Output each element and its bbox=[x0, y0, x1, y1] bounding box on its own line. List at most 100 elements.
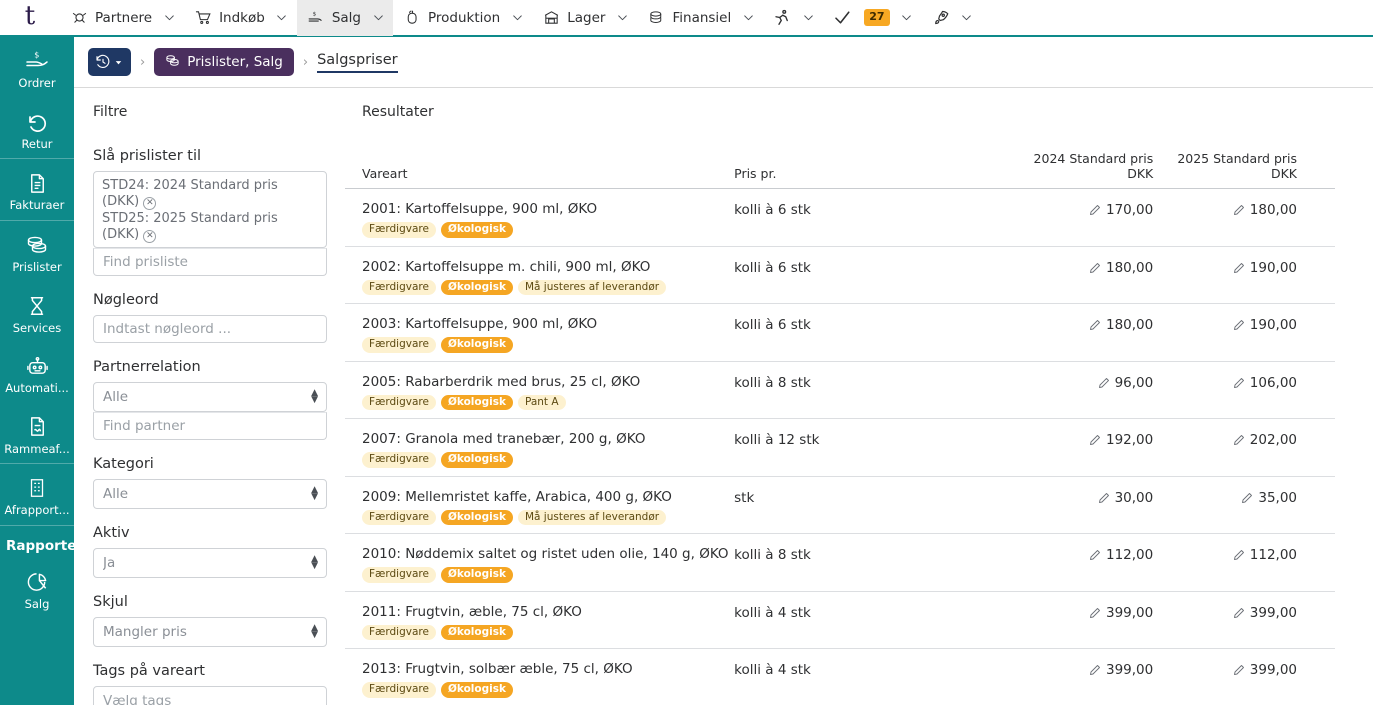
active-select[interactable]: Ja bbox=[93, 548, 327, 578]
edit-price-2024-button[interactable]: 96,00 bbox=[1098, 375, 1154, 391]
sidebar-item-fakturaer[interactable]: Fakturaer bbox=[0, 159, 74, 220]
partner-search-input[interactable] bbox=[93, 412, 327, 440]
nav-caret-partnere[interactable] bbox=[158, 0, 180, 36]
column-header-vareart[interactable]: Vareart bbox=[362, 166, 734, 181]
undo-icon bbox=[2, 109, 72, 135]
sidebar-item-label: Fakturaer bbox=[2, 199, 72, 212]
pricelist-token-label: STD24: 2024 Standard pris (DKK) bbox=[102, 178, 278, 209]
pencil-icon bbox=[1233, 664, 1245, 676]
item-title[interactable]: 2001: Kartoffelsuppe, 900 ml, ØKO bbox=[362, 201, 734, 217]
table-row[interactable]: 2001: Kartoffelsuppe, 900 ml, ØKO Færdig… bbox=[345, 189, 1335, 247]
item-title[interactable]: 2011: Frugtvin, æble, 75 cl, ØKO bbox=[362, 604, 734, 620]
nav-item-label: Produktion bbox=[428, 10, 500, 26]
item-title[interactable]: 2002: Kartoffelsuppe m. chili, 900 ml, Ø… bbox=[362, 259, 734, 275]
column-header-2025-standard-pris[interactable]: 2025 Standard prisDKK bbox=[1153, 151, 1297, 182]
check-icon bbox=[833, 9, 851, 27]
edit-price-2025-button[interactable]: 399,00 bbox=[1233, 662, 1297, 678]
sidebar-item-afrapport[interactable]: Afrapport... bbox=[0, 464, 74, 525]
item-title[interactable]: 2003: Kartoffelsuppe, 900 ml, ØKO bbox=[362, 316, 734, 332]
nav-item-check-icon[interactable]: 27 bbox=[827, 0, 895, 36]
edit-price-2025-button[interactable]: 190,00 bbox=[1233, 317, 1297, 333]
table-row[interactable]: 2013: Frugtvin, solbær æble, 75 cl, ØKO … bbox=[345, 649, 1335, 705]
nav-item-runner-icon[interactable] bbox=[767, 0, 797, 36]
pricelist-search-input[interactable] bbox=[93, 248, 327, 276]
partner-relation-select[interactable]: Alle bbox=[93, 382, 327, 412]
nav-caret-finansiel[interactable] bbox=[737, 0, 759, 36]
sidebar-item-automati[interactable]: Automati... bbox=[0, 342, 74, 403]
item-tag: Færdigvare bbox=[362, 510, 436, 526]
remove-token-icon[interactable]: ✕ bbox=[143, 197, 156, 210]
pricelist-token-box[interactable]: STD24: 2024 Standard pris (DKK) ✕ STD25:… bbox=[93, 171, 327, 248]
edit-price-2025-button[interactable]: 190,00 bbox=[1233, 260, 1297, 276]
keyword-input[interactable] bbox=[93, 315, 327, 343]
results-panel: Resultater Vareart Pris pr. 2024 Standar… bbox=[345, 88, 1373, 705]
edit-price-2024-button[interactable]: 30,00 bbox=[1098, 490, 1154, 506]
item-title[interactable]: 2007: Granola med tranebær, 200 g, ØKO bbox=[362, 431, 734, 447]
edit-price-2025-button[interactable]: 112,00 bbox=[1233, 547, 1297, 563]
sidebar-item-retur[interactable]: Retur bbox=[0, 98, 74, 159]
table-row[interactable]: 2010: Nøddemix saltet og ristet uden oli… bbox=[345, 534, 1335, 592]
edit-price-2025-button[interactable]: 399,00 bbox=[1233, 605, 1297, 621]
column-header-2024-standard-pris[interactable]: 2024 Standard prisDKK bbox=[965, 151, 1153, 182]
price-value: 190,00 bbox=[1250, 260, 1297, 276]
edit-price-2024-button[interactable]: 112,00 bbox=[1089, 547, 1153, 563]
sidebar-item-ordrer[interactable]: $ Ordrer bbox=[0, 37, 74, 98]
sidebar-item-rammeaf[interactable]: Rammeaf... bbox=[0, 403, 74, 464]
history-clock-icon bbox=[95, 54, 111, 70]
cell-price-2025: 106,00 bbox=[1153, 374, 1297, 393]
edit-price-2024-button[interactable]: 180,00 bbox=[1089, 260, 1153, 276]
nav-caret-produktion[interactable] bbox=[506, 0, 528, 36]
nav-caret-check-icon[interactable] bbox=[896, 0, 918, 36]
item-title[interactable]: 2010: Nøddemix saltet og ristet uden oli… bbox=[362, 546, 734, 562]
sidebar-item-services[interactable]: Services bbox=[0, 282, 74, 343]
table-row[interactable]: 2011: Frugtvin, æble, 75 cl, ØKO Færdigv… bbox=[345, 592, 1335, 650]
nav-item-rocket-icon[interactable] bbox=[926, 0, 956, 36]
sidebar-item-salg[interactable]: Salg bbox=[0, 558, 74, 619]
table-row[interactable]: 2003: Kartoffelsuppe, 900 ml, ØKO Færdig… bbox=[345, 304, 1335, 362]
nav-caret-rocket-icon[interactable] bbox=[956, 0, 978, 36]
nav-caret-lager[interactable] bbox=[611, 0, 633, 36]
edit-price-2025-button[interactable]: 35,00 bbox=[1241, 490, 1297, 506]
item-title[interactable]: 2009: Mellemristet kaffe, Arabica, 400 g… bbox=[362, 489, 734, 505]
nav-item-lager[interactable]: Lager bbox=[536, 0, 611, 36]
nav-item-produktion[interactable]: Produktion bbox=[397, 0, 506, 36]
category-select[interactable]: Alle bbox=[93, 479, 327, 509]
nav-item-indkøb[interactable]: Indkøb bbox=[188, 0, 271, 36]
breadcrumb-current-page[interactable]: Salgspriser bbox=[317, 52, 398, 73]
table-row[interactable]: 2005: Rabarberdrik med brus, 25 cl, ØKO … bbox=[345, 362, 1335, 420]
edit-price-2024-button[interactable]: 192,00 bbox=[1089, 432, 1153, 448]
nav-caret-indkøb[interactable] bbox=[271, 0, 293, 36]
history-button[interactable] bbox=[88, 48, 131, 76]
table-row[interactable]: 2007: Granola med tranebær, 200 g, ØKO F… bbox=[345, 419, 1335, 477]
table-row[interactable]: 2002: Kartoffelsuppe m. chili, 900 ml, Ø… bbox=[345, 247, 1335, 305]
sidebar-item-label: Rammeaf... bbox=[2, 443, 72, 456]
edit-price-2024-button[interactable]: 399,00 bbox=[1089, 605, 1153, 621]
item-title[interactable]: 2005: Rabarberdrik med brus, 25 cl, ØKO bbox=[362, 374, 734, 390]
nav-caret-runner-icon[interactable] bbox=[797, 0, 819, 36]
pricelist-token[interactable]: STD25: 2025 Standard pris (DKK) ✕ bbox=[102, 211, 318, 244]
sidebar-item-prislister[interactable]: Prislister bbox=[0, 221, 74, 282]
edit-price-2025-button[interactable]: 180,00 bbox=[1233, 202, 1297, 218]
nav-item-salg[interactable]: $ Salg bbox=[301, 0, 367, 36]
hide-select[interactable]: Mangler pris bbox=[93, 617, 327, 647]
pricelist-token[interactable]: STD24: 2024 Standard pris (DKK) ✕ bbox=[102, 178, 318, 211]
filter-partner-relation-label: Partnerrelation bbox=[93, 359, 327, 375]
edit-price-2024-button[interactable]: 170,00 bbox=[1089, 202, 1153, 218]
remove-token-icon[interactable]: ✕ bbox=[143, 230, 156, 243]
cell-vareart: 2003: Kartoffelsuppe, 900 ml, ØKO Færdig… bbox=[362, 316, 734, 353]
edit-price-2024-button[interactable]: 180,00 bbox=[1089, 317, 1153, 333]
nav-item-partnere[interactable]: Partnere bbox=[64, 0, 158, 36]
item-title[interactable]: 2013: Frugtvin, solbær æble, 75 cl, ØKO bbox=[362, 661, 734, 677]
breadcrumb-pill-prislister[interactable]: Prislister, Salg bbox=[154, 48, 294, 76]
tags-input[interactable] bbox=[93, 686, 327, 705]
nav-item-finansiel[interactable]: Finansiel bbox=[641, 0, 737, 36]
table-row[interactable]: 2009: Mellemristet kaffe, Arabica, 400 g… bbox=[345, 477, 1335, 535]
edit-price-2025-button[interactable]: 202,00 bbox=[1233, 432, 1297, 448]
column-header-pris-pr[interactable]: Pris pr. bbox=[734, 166, 965, 181]
edit-price-2024-button[interactable]: 399,00 bbox=[1089, 662, 1153, 678]
nav-caret-salg[interactable] bbox=[367, 0, 389, 36]
edit-price-2025-button[interactable]: 106,00 bbox=[1233, 375, 1297, 391]
cell-vareart: 2013: Frugtvin, solbær æble, 75 cl, ØKO … bbox=[362, 661, 734, 698]
item-tags: FærdigvareØkologisk bbox=[362, 682, 734, 698]
app-logo[interactable]: t bbox=[0, 0, 60, 36]
